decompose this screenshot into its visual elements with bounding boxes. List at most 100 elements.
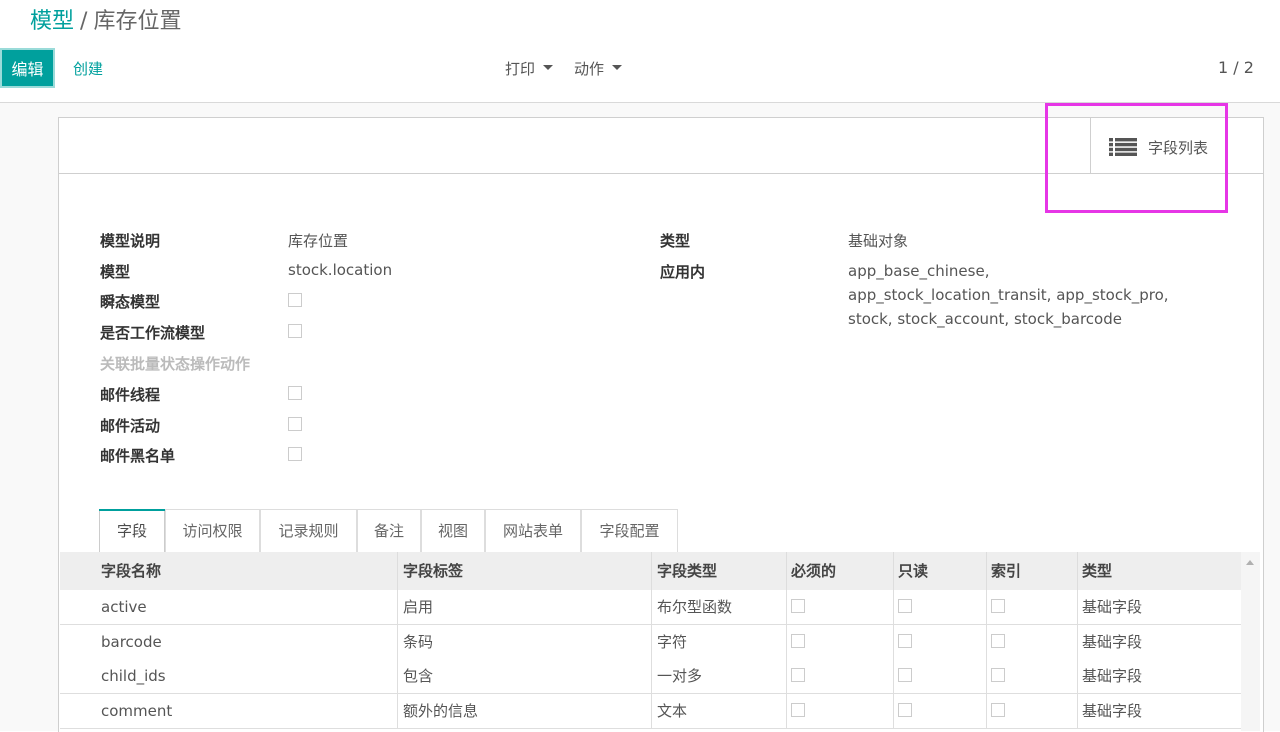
print-dropdown-label: 打印 [505, 60, 536, 78]
tab-field-config[interactable]: 字段配置 [581, 509, 678, 552]
transient-model-checkbox[interactable] [288, 293, 302, 307]
in-apps-value: app_base_chinese, app_stock_location_tra… [848, 262, 1169, 328]
table-scrollbar[interactable] [1241, 552, 1260, 731]
column-divider [651, 659, 652, 693]
list-icon [1109, 138, 1137, 156]
column-header-kind[interactable]: 类型 [1082, 552, 1112, 590]
model-description-value: 库存位置 [288, 232, 349, 250]
mail-thread-label: 邮件线程 [100, 386, 161, 404]
mail-activity-label: 邮件活动 [100, 417, 161, 435]
cell-field-name: barcode [101, 633, 162, 651]
column-divider [786, 552, 787, 590]
column-divider [986, 659, 987, 693]
cell-field-label: 包含 [403, 667, 434, 685]
action-dropdown[interactable]: 动作 [574, 58, 623, 79]
batch-action-label: 关联批量状态操作动作 [100, 355, 251, 373]
cell-kind: 基础字段 [1082, 702, 1143, 720]
caret-down-icon [543, 65, 554, 70]
tab-website-forms[interactable]: 网站表单 [485, 509, 581, 552]
cell-field-label: 条码 [403, 633, 434, 651]
transient-model-label: 瞬态模型 [100, 293, 161, 311]
cell-field-type: 一对多 [657, 667, 703, 685]
field-list-button[interactable]: 字段列表 [1090, 118, 1264, 173]
index-checkbox [991, 599, 1005, 613]
cell-field-label: 额外的信息 [403, 702, 479, 720]
print-dropdown[interactable]: 打印 [505, 58, 554, 79]
tab-views[interactable]: 视图 [421, 509, 485, 552]
breadcrumb-parent-link[interactable]: 模型 [30, 9, 74, 34]
column-divider [893, 590, 894, 624]
table-row[interactable]: child_ids 包含 一对多 基础字段 [60, 659, 1241, 694]
column-divider [986, 590, 987, 624]
pager[interactable]: 1 / 2 [1218, 58, 1254, 77]
column-divider [893, 694, 894, 728]
column-divider [1077, 659, 1078, 693]
column-divider [986, 552, 987, 590]
column-divider [893, 659, 894, 693]
column-divider [1077, 590, 1078, 624]
column-header-field-label[interactable]: 字段标签 [403, 552, 463, 590]
cell-field-type: 文本 [657, 702, 688, 720]
tab-fields[interactable]: 字段 [99, 509, 165, 553]
readonly-checkbox [898, 668, 912, 682]
required-checkbox [791, 668, 805, 682]
column-divider [1077, 552, 1078, 590]
table-header: 字段名称 字段标签 字段类型 必须的 只读 索引 类型 [60, 552, 1241, 591]
control-panel: 模型 / 库存位置 编辑 创建 打印 动作 1 / 2 [0, 0, 1280, 103]
cell-field-type: 字符 [657, 633, 688, 651]
table-row[interactable]: active 启用 布尔型函数 基础字段 [60, 590, 1241, 625]
column-header-index[interactable]: 索引 [991, 552, 1021, 590]
index-checkbox [991, 668, 1005, 682]
column-divider [786, 625, 787, 659]
column-divider [397, 625, 398, 659]
column-divider [986, 625, 987, 659]
cell-field-type: 布尔型函数 [657, 598, 733, 616]
cell-kind: 基础字段 [1082, 598, 1143, 616]
column-divider [397, 659, 398, 693]
table-row[interactable]: barcode 条码 字符 基础字段 [60, 625, 1241, 660]
column-divider [893, 625, 894, 659]
required-checkbox [791, 599, 805, 613]
column-divider [786, 659, 787, 693]
column-divider [786, 590, 787, 624]
cell-kind: 基础字段 [1082, 667, 1143, 685]
button-box: 字段列表 [59, 118, 1263, 174]
workflow-model-label: 是否工作流模型 [100, 324, 206, 342]
create-button[interactable]: 创建 [73, 58, 103, 79]
column-header-readonly[interactable]: 只读 [898, 552, 928, 590]
mail-thread-checkbox[interactable] [288, 386, 302, 400]
mail-blacklist-checkbox[interactable] [288, 447, 302, 461]
model-label: 模型 [100, 263, 131, 281]
tab-access-rights[interactable]: 访问权限 [165, 509, 260, 552]
mail-blacklist-label: 邮件黑名单 [100, 447, 176, 465]
required-checkbox [791, 703, 805, 717]
scroll-up-icon[interactable] [1246, 560, 1254, 565]
column-divider [1077, 694, 1078, 728]
cell-field-label: 启用 [403, 598, 434, 616]
column-header-field-name[interactable]: 字段名称 [101, 552, 161, 590]
column-divider [651, 694, 652, 728]
cell-kind: 基础字段 [1082, 633, 1143, 651]
column-header-field-type[interactable]: 字段类型 [657, 552, 717, 590]
workflow-model-checkbox[interactable] [288, 324, 302, 338]
edit-button[interactable]: 编辑 [0, 48, 55, 88]
tab-notes[interactable]: 备注 [357, 509, 421, 552]
column-divider [1077, 625, 1078, 659]
table-row[interactable]: comment 额外的信息 文本 基础字段 [60, 694, 1241, 729]
index-checkbox [991, 634, 1005, 648]
action-dropdown-label: 动作 [574, 60, 605, 78]
column-divider [397, 694, 398, 728]
column-divider [893, 552, 894, 590]
breadcrumb: 模型 / 库存位置 [30, 8, 181, 36]
column-header-required[interactable]: 必须的 [791, 552, 836, 590]
readonly-checkbox [898, 599, 912, 613]
model-value: stock.location [288, 261, 393, 279]
column-divider [651, 625, 652, 659]
in-apps-label: 应用内 [660, 263, 706, 281]
column-divider [986, 694, 987, 728]
mail-activity-checkbox[interactable] [288, 417, 302, 431]
readonly-checkbox [898, 703, 912, 717]
column-divider [651, 552, 652, 590]
tab-record-rules[interactable]: 记录规则 [260, 509, 357, 552]
cell-field-name: comment [101, 702, 173, 720]
